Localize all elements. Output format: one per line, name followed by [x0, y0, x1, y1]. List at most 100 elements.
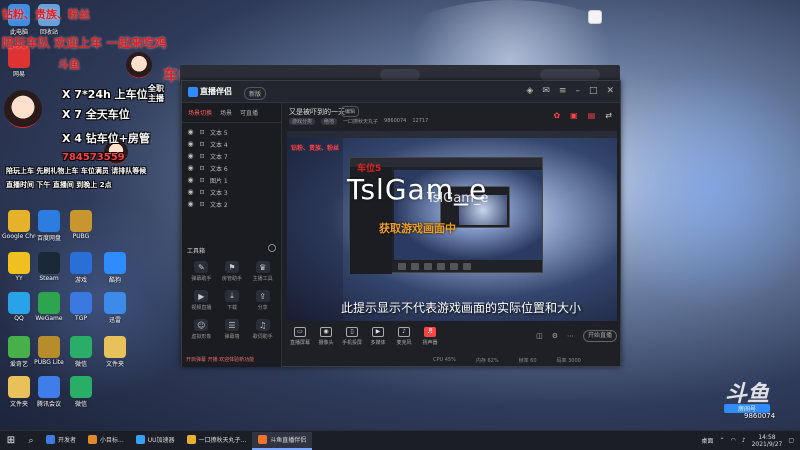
desktop-icon[interactable]: 游戏: [64, 252, 98, 284]
maximize-icon[interactable]: □: [589, 86, 598, 96]
desktop-icon[interactable]: 微信: [64, 376, 98, 408]
mail-icon[interactable]: ✉: [542, 86, 550, 96]
gift-icon[interactable]: ✿: [553, 111, 560, 120]
stream-meta-item[interactable]: 绝地: [321, 118, 338, 125]
lock-icon[interactable]: ⊡: [199, 177, 205, 184]
eye-icon[interactable]: ◉: [187, 188, 194, 196]
taskbar-app[interactable]: 小目标...: [82, 432, 130, 450]
clock[interactable]: 14:58 2021/9/27: [752, 434, 783, 448]
search-icon[interactable]: ⌕: [22, 436, 40, 446]
source-button[interactable]: ♪ 麦克风: [391, 326, 417, 346]
stream-meta-item: 9860074: [384, 118, 407, 124]
tool-button[interactable]: ▶ 视频直播: [186, 290, 217, 311]
settings-icon[interactable]: ⚙: [552, 332, 558, 340]
edit-title-button[interactable]: 编辑: [341, 106, 360, 117]
lock-icon[interactable]: ⊡: [199, 201, 205, 208]
lock-icon[interactable]: ⊡: [199, 141, 205, 148]
desktop-icon[interactable]: 文件夹: [2, 376, 36, 408]
settings-icon[interactable]: [268, 244, 276, 252]
main-toolbar-icons: ✿ ▣ ▤ ⇄: [553, 111, 612, 120]
scene-item[interactable]: ◉ ⊡ 图片 1: [182, 174, 281, 186]
preview-overlay-text: 钻粉、贵族、粉丝: [291, 145, 340, 152]
start-live-button[interactable]: 开始直播: [583, 330, 617, 342]
desktop-icon[interactable]: PUBG Lite: [32, 336, 66, 366]
minimize-icon[interactable]: –: [575, 86, 580, 96]
eye-icon[interactable]: ◉: [187, 128, 194, 136]
notification-icon[interactable]: ▢: [788, 437, 794, 444]
taskbar-app[interactable]: 一口撩秋天丸子...: [181, 432, 253, 450]
scene-item[interactable]: ◉ ⊡ 文本 6: [182, 162, 281, 174]
scene-item[interactable]: ◉ ⊡ 文本 7: [182, 150, 281, 162]
chevron-up-icon[interactable]: ⌃: [719, 437, 724, 444]
desktop-icon[interactable]: 迅雷: [98, 292, 132, 324]
tool-button[interactable]: ⤓ 下载: [217, 290, 248, 311]
volume-icon[interactable]: ♪: [742, 437, 746, 444]
tray-desktop-label[interactable]: 桌面: [701, 436, 713, 445]
desktop-icon[interactable]: QQ: [2, 292, 36, 322]
desktop-icon[interactable]: 爱奇艺: [2, 336, 36, 368]
source-button[interactable]: ▭ 直播屏幕: [287, 326, 313, 346]
avatar-girl-icon: [126, 52, 152, 78]
tool-button[interactable]: ⚑ 房管助手: [217, 261, 248, 282]
app-icon: [8, 292, 30, 314]
desktop-icon[interactable]: TGP: [64, 292, 98, 322]
tool-button[interactable]: ☰ 弹幕墙: [217, 319, 248, 340]
scene-item[interactable]: ◉ ⊡ 文本 3: [182, 186, 281, 198]
status-item: 帧率 60: [518, 357, 537, 364]
stream-preview[interactable]: 钻粉、贵族、粉丝 车位5 TslGam_e TslGam_e 获取游戏画面中 此…: [287, 131, 617, 321]
left-tab[interactable]: 场景切换: [188, 108, 212, 117]
eye-icon[interactable]: ◉: [187, 140, 194, 148]
eye-icon[interactable]: ◉: [187, 152, 194, 160]
eye-icon[interactable]: ◉: [187, 164, 194, 172]
desktop-icon[interactable]: 百度网盘: [32, 210, 66, 242]
stream-meta-item[interactable]: 游戏分类: [289, 118, 316, 125]
taskbar-app[interactable]: UU加速器: [130, 432, 181, 450]
desktop-icon[interactable]: Steam: [32, 252, 66, 282]
more-icon[interactable]: ⋯: [567, 332, 574, 340]
camera-icon[interactable]: ◫: [536, 332, 543, 340]
eye-icon[interactable]: ◉: [187, 176, 194, 184]
start-button[interactable]: ⊞: [0, 435, 22, 446]
desktop-icon[interactable]: 酷狗: [98, 252, 132, 284]
taskbar-app[interactable]: 斗鱼直播伴侣: [252, 431, 313, 450]
tool-button[interactable]: ☺ 虚拟形象: [186, 319, 217, 340]
lock-icon[interactable]: ⊡: [199, 165, 205, 172]
close-icon[interactable]: ✕: [606, 86, 614, 96]
desktop-icon[interactable]: 微信: [64, 336, 98, 368]
version-badge[interactable]: 新版: [244, 87, 267, 100]
source-button[interactable]: ♬ 扬声器: [417, 326, 443, 346]
lock-icon[interactable]: ⊡: [199, 153, 205, 160]
scene-item[interactable]: ◉ ⊡ 文本 4: [182, 138, 281, 150]
scene-item[interactable]: ◉ ⊡ 文本 5: [182, 126, 281, 138]
wallet-icon[interactable]: ▣: [570, 111, 578, 120]
wifi-icon[interactable]: ◠: [730, 437, 735, 444]
desktop-icon[interactable]: YY: [2, 252, 36, 282]
left-tab[interactable]: 场景: [220, 108, 232, 117]
desktop-icon[interactable]: PUBG: [64, 210, 98, 240]
capture-hint-caption: 此提示显示不代表游戏画面的实际位置和大小: [341, 301, 582, 315]
scene-item[interactable]: ◉ ⊡ 文本 2: [182, 198, 281, 210]
taskbar-app[interactable]: 开发者: [40, 432, 82, 450]
source-button[interactable]: ▯ 手机投屏: [339, 326, 365, 346]
left-tab[interactable]: 可直播: [240, 108, 258, 117]
lock-icon[interactable]: ⊡: [199, 189, 205, 196]
eye-icon[interactable]: ◉: [187, 200, 194, 208]
app-icon: [186, 435, 196, 444]
desktop-icon[interactable]: Google Chrome: [2, 210, 36, 240]
tool-button[interactable]: ⇪ 分享: [247, 290, 278, 311]
share-icon[interactable]: ⇄: [605, 111, 612, 120]
tool-button[interactable]: ♛ 主播工具: [247, 261, 278, 282]
source-label: 摄像头: [318, 339, 334, 346]
lock-icon[interactable]: ⊡: [199, 129, 205, 136]
desktop-icon[interactable]: WeGame: [32, 292, 66, 322]
desktop-icon[interactable]: 腾讯会议: [32, 376, 66, 408]
skin-icon[interactable]: ◈: [526, 86, 533, 96]
desktop-icon[interactable]: 文件夹: [98, 336, 132, 368]
tshirt-icon[interactable]: [588, 10, 602, 24]
tool-button[interactable]: ✎ 弹幕助手: [186, 261, 217, 282]
tv-icon[interactable]: ▤: [588, 111, 596, 120]
source-button[interactable]: ◉ 摄像头: [313, 326, 339, 346]
tool-button[interactable]: ♫ 歌词助手: [247, 319, 278, 340]
menu-icon[interactable]: ≡: [559, 86, 567, 96]
source-button[interactable]: ▶ 多媒体: [365, 326, 391, 346]
